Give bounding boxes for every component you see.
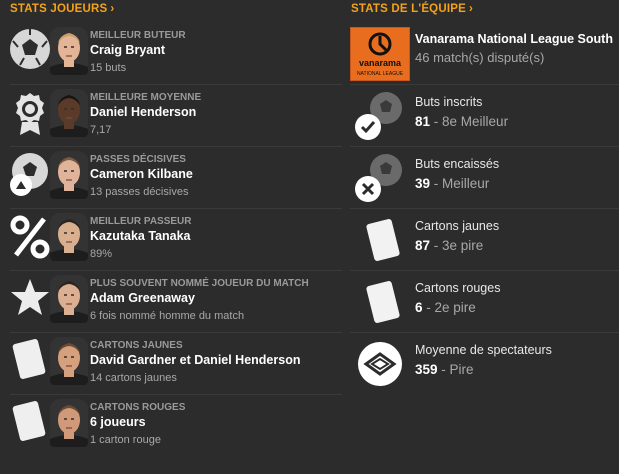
player-portrait[interactable] [50,151,88,199]
player-portrait[interactable] [50,275,88,323]
team-stat-row[interactable]: Moyenne de spectateurs 359 - Pire [350,333,619,394]
player-stat-row[interactable]: CARTONS ROUGES 6 joueurs 1 carton rouge [10,395,342,456]
star-icon [10,275,52,323]
team-stat-value: 81 [415,114,431,129]
stat-value: 1 carton rouge [90,434,161,446]
league-row[interactable]: vanarama NATIONAL LEAGUE Vanarama Nation… [350,23,619,85]
player-portrait[interactable] [50,337,88,385]
player-stat-row[interactable]: MEILLEUR PASSEUR Kazutaka Tanaka 89% [10,209,342,271]
players-stats-header-label: STATS JOUEURS [10,3,108,15]
award-rosette-icon [10,89,52,137]
yellow-card-icon [10,337,52,385]
team-stat-rank: - Meilleur [430,176,490,191]
stat-category: CARTONS JAUNES [90,340,183,351]
team-stat-row[interactable]: Cartons rouges 6 - 2e pire [350,271,619,333]
team-stat-row[interactable]: Cartons jaunes 87 - 3e pire [350,209,619,271]
team-stat-row[interactable]: Buts encaissés 39 - Meilleur [350,147,619,209]
team-stats-list: vanarama NATIONAL LEAGUE Vanarama Nation… [350,23,619,394]
football-icon [10,27,52,75]
league-logo: vanarama NATIONAL LEAGUE [350,27,410,81]
chevron-right-icon: › [110,3,115,15]
team-stat-row[interactable]: Buts inscrits 81 - 8e Meilleur [350,85,619,147]
goals-conceded-icon [354,153,410,203]
team-stat-label: Cartons rouges [415,281,501,295]
team-stat-label: Cartons jaunes [415,219,500,233]
football-assist-icon [10,151,52,199]
team-stat-label: Buts inscrits [415,95,483,109]
stat-value: 13 passes décisives [90,186,189,198]
team-stats-header[interactable]: STATS DE L'ÉQUIPE › [351,3,473,15]
stat-category: PASSES DÉCISIVES [90,154,186,165]
stat-value: 7,17 [90,124,112,136]
stat-value: 14 cartons jaunes [90,372,177,384]
player-name[interactable]: Adam Greenaway [90,290,342,307]
player-name[interactable]: David Gardner et Daniel Henderson [90,352,342,369]
stat-category: MEILLEUR PASSEUR [90,216,192,227]
team-stat-value: 359 [415,362,438,377]
stadium-icon [354,339,410,389]
goals-scored-icon [354,91,410,141]
player-portrait[interactable] [50,27,88,75]
stat-value: 6 fois nommé homme du match [90,310,245,322]
stat-category: PLUS SOUVENT NOMMÉ JOUEUR DU MATCH [90,278,309,289]
team-stat-rank: - 3e pire [430,238,484,253]
team-stat-rank: - Pire [437,362,474,377]
red-card-icon [354,277,410,327]
stat-category: CARTONS ROUGES [90,402,186,413]
team-stat-rank: - 8e Meilleur [430,114,509,129]
player-stat-row[interactable]: MEILLEUR BUTEUR Craig Bryant 15 buts [10,23,342,85]
svg-text:NATIONAL LEAGUE: NATIONAL LEAGUE [357,71,404,77]
player-stat-row[interactable]: MEILLEURE MOYENNE Daniel Henderson 7,17 [10,85,342,147]
player-name[interactable]: Cameron Kilbane [90,166,342,183]
team-stat-value: 6 [415,300,423,315]
player-name[interactable]: Kazutaka Tanaka [90,228,342,245]
player-name[interactable]: Craig Bryant [90,42,342,59]
league-name[interactable]: Vanarama National League South [415,31,619,48]
stat-value: 15 buts [90,62,127,74]
team-stat-rank: - 2e pire [422,300,476,315]
stat-category: MEILLEUR BUTEUR [90,30,186,41]
chevron-right-icon: › [468,3,474,15]
stat-value: 89% [90,248,113,260]
player-portrait[interactable] [50,399,88,447]
team-stats-header-label: STATS DE L'ÉQUIPE [351,3,466,15]
yellow-card-icon [354,215,410,265]
players-stats-list: MEILLEUR BUTEUR Craig Bryant 15 buts MEILLE… [10,23,342,456]
player-portrait[interactable] [50,89,88,137]
player-name[interactable]: Daniel Henderson [90,104,342,121]
team-stat-value: 39 [415,176,431,191]
player-stat-row[interactable]: PASSES DÉCISIVES Cameron Kilbane 13 passes… [10,147,342,209]
players-stats-header[interactable]: STATS JOUEURS › [10,3,114,15]
svg-text:vanarama: vanarama [359,58,402,68]
player-stat-row[interactable]: PLUS SOUVENT NOMMÉ JOUEUR DU MATCH Adam G… [10,271,342,333]
matches-played: 46 match(s) disputé(s) [415,50,545,65]
team-stat-label: Moyenne de spectateurs [415,343,552,357]
team-stat-label: Buts encaissés [415,157,500,171]
team-stat-value: 87 [415,238,431,253]
percent-icon [10,213,52,261]
player-portrait[interactable] [50,213,88,261]
stat-category: MEILLEURE MOYENNE [90,92,202,103]
red-card-icon [10,399,52,447]
player-stat-row[interactable]: CARTONS JAUNES David Gardner et Daniel He… [10,333,342,395]
player-name[interactable]: 6 joueurs [90,414,342,431]
